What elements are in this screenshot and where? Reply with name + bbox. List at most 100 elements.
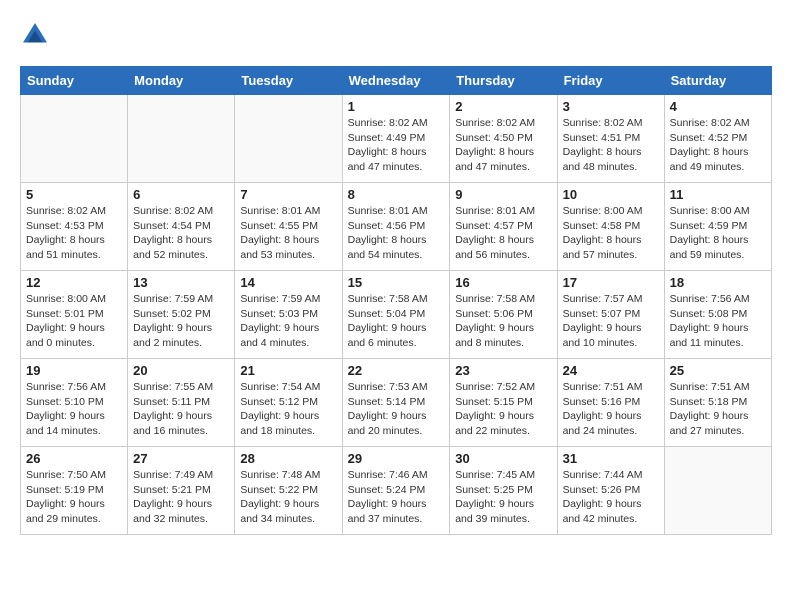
logo-icon	[20, 20, 50, 50]
day-header-saturday: Saturday	[664, 67, 771, 95]
cell-date: 26	[26, 451, 122, 466]
cell-date: 16	[455, 275, 551, 290]
cell-info: Sunrise: 7:51 AM Sunset: 5:16 PM Dayligh…	[563, 380, 659, 439]
cell-info: Sunrise: 8:00 AM Sunset: 4:59 PM Dayligh…	[670, 204, 766, 263]
cell-date: 7	[240, 187, 336, 202]
calendar-cell: 3 Sunrise: 8:02 AM Sunset: 4:51 PM Daylig…	[557, 95, 664, 183]
cell-info: Sunrise: 8:02 AM Sunset: 4:50 PM Dayligh…	[455, 116, 551, 175]
cell-date: 10	[563, 187, 659, 202]
cell-info: Sunrise: 7:52 AM Sunset: 5:15 PM Dayligh…	[455, 380, 551, 439]
calendar-cell	[21, 95, 128, 183]
calendar-week-4: 19 Sunrise: 7:56 AM Sunset: 5:10 PM Dayli…	[21, 359, 772, 447]
cell-info: Sunrise: 7:57 AM Sunset: 5:07 PM Dayligh…	[563, 292, 659, 351]
cell-date: 1	[348, 99, 445, 114]
calendar-cell: 16Sunrise: 7:58 AM Sunset: 5:06 PM Dayli…	[450, 271, 557, 359]
calendar-cell: 14 Sunrise: 7:59 AM Sunset: 5:03 PM Dayli…	[235, 271, 342, 359]
calendar-cell: 27 Sunrise: 7:49 AM Sunset: 5:21 PM Dayli…	[128, 447, 235, 535]
calendar-cell: 10 Sunrise: 8:00 AM Sunset: 4:58 PM Dayli…	[557, 183, 664, 271]
calendar-cell: 24 Sunrise: 7:51 AM Sunset: 5:16 PM Dayli…	[557, 359, 664, 447]
cell-info: Sunrise: 7:46 AM Sunset: 5:24 PM Dayligh…	[348, 468, 445, 527]
cell-date: 17	[563, 275, 659, 290]
cell-date: 25	[670, 363, 766, 378]
calendar: SundayMondayTuesdayWednesdayThursdayFrid…	[20, 66, 772, 535]
cell-info: Sunrise: 7:49 AM Sunset: 5:21 PM Dayligh…	[133, 468, 229, 527]
cell-date: 23	[455, 363, 551, 378]
cell-info: Sunrise: 7:59 AM Sunset: 5:02 PM Dayligh…	[133, 292, 229, 351]
cell-date: 28	[240, 451, 336, 466]
calendar-week-5: 26 Sunrise: 7:50 AM Sunset: 5:19 PM Dayli…	[21, 447, 772, 535]
cell-info: Sunrise: 7:45 AM Sunset: 5:25 PM Dayligh…	[455, 468, 551, 527]
cell-date: 15	[348, 275, 445, 290]
cell-date: 22	[348, 363, 445, 378]
cell-date: 3	[563, 99, 659, 114]
cell-info: Sunrise: 7:55 AM Sunset: 5:11 PM Dayligh…	[133, 380, 229, 439]
cell-date: 9	[455, 187, 551, 202]
cell-info: Sunrise: 7:58 AM Sunset: 5:04 PM Dayligh…	[348, 292, 445, 351]
calendar-header-row: SundayMondayTuesdayWednesdayThursdayFrid…	[21, 67, 772, 95]
cell-info: Sunrise: 7:50 AM Sunset: 5:19 PM Dayligh…	[26, 468, 122, 527]
calendar-cell: 1 Sunrise: 8:02 AM Sunset: 4:49 PM Daylig…	[342, 95, 450, 183]
cell-date: 11	[670, 187, 766, 202]
calendar-cell: 8 Sunrise: 8:01 AM Sunset: 4:56 PM Daylig…	[342, 183, 450, 271]
cell-date: 2	[455, 99, 551, 114]
calendar-cell: 9 Sunrise: 8:01 AM Sunset: 4:57 PM Daylig…	[450, 183, 557, 271]
calendar-cell: 29 Sunrise: 7:46 AM Sunset: 5:24 PM Dayli…	[342, 447, 450, 535]
cell-date: 14	[240, 275, 336, 290]
calendar-cell: 13 Sunrise: 7:59 AM Sunset: 5:02 PM Dayli…	[128, 271, 235, 359]
cell-date: 24	[563, 363, 659, 378]
cell-info: Sunrise: 8:02 AM Sunset: 4:51 PM Dayligh…	[563, 116, 659, 175]
calendar-cell: 22 Sunrise: 7:53 AM Sunset: 5:14 PM Dayli…	[342, 359, 450, 447]
cell-date: 13	[133, 275, 229, 290]
calendar-cell: 18 Sunrise: 7:56 AM Sunset: 5:08 PM Dayli…	[664, 271, 771, 359]
calendar-cell: 4Sunrise: 8:02 AM Sunset: 4:52 PM Daylig…	[664, 95, 771, 183]
cell-info: Sunrise: 8:01 AM Sunset: 4:56 PM Dayligh…	[348, 204, 445, 263]
cell-info: Sunrise: 7:44 AM Sunset: 5:26 PM Dayligh…	[563, 468, 659, 527]
cell-info: Sunrise: 8:02 AM Sunset: 4:52 PM Dayligh…	[670, 116, 766, 175]
cell-date: 19	[26, 363, 122, 378]
calendar-cell	[128, 95, 235, 183]
calendar-cell: 2 Sunrise: 8:02 AM Sunset: 4:50 PM Daylig…	[450, 95, 557, 183]
cell-info: Sunrise: 8:02 AM Sunset: 4:49 PM Dayligh…	[348, 116, 445, 175]
calendar-week-1: 1 Sunrise: 8:02 AM Sunset: 4:49 PM Daylig…	[21, 95, 772, 183]
calendar-cell: 21Sunrise: 7:54 AM Sunset: 5:12 PM Dayli…	[235, 359, 342, 447]
calendar-cell: 11 Sunrise: 8:00 AM Sunset: 4:59 PM Dayli…	[664, 183, 771, 271]
cell-date: 31	[563, 451, 659, 466]
calendar-cell: 25 Sunrise: 7:51 AM Sunset: 5:18 PM Dayli…	[664, 359, 771, 447]
cell-date: 27	[133, 451, 229, 466]
cell-date: 12	[26, 275, 122, 290]
cell-date: 8	[348, 187, 445, 202]
day-header-wednesday: Wednesday	[342, 67, 450, 95]
cell-date: 5	[26, 187, 122, 202]
cell-date: 6	[133, 187, 229, 202]
calendar-week-3: 12 Sunrise: 8:00 AM Sunset: 5:01 PM Dayli…	[21, 271, 772, 359]
calendar-cell: 28Sunrise: 7:48 AM Sunset: 5:22 PM Dayli…	[235, 447, 342, 535]
cell-info: Sunrise: 7:51 AM Sunset: 5:18 PM Dayligh…	[670, 380, 766, 439]
day-header-tuesday: Tuesday	[235, 67, 342, 95]
cell-info: Sunrise: 8:00 AM Sunset: 4:58 PM Dayligh…	[563, 204, 659, 263]
calendar-cell: 26 Sunrise: 7:50 AM Sunset: 5:19 PM Dayli…	[21, 447, 128, 535]
calendar-cell: 15 Sunrise: 7:58 AM Sunset: 5:04 PM Dayli…	[342, 271, 450, 359]
cell-date: 18	[670, 275, 766, 290]
cell-info: Sunrise: 8:00 AM Sunset: 5:01 PM Dayligh…	[26, 292, 122, 351]
calendar-cell: 23 Sunrise: 7:52 AM Sunset: 5:15 PM Dayli…	[450, 359, 557, 447]
cell-info: Sunrise: 8:01 AM Sunset: 4:55 PM Dayligh…	[240, 204, 336, 263]
day-header-friday: Friday	[557, 67, 664, 95]
cell-info: Sunrise: 7:56 AM Sunset: 5:10 PM Dayligh…	[26, 380, 122, 439]
calendar-cell: 5 Sunrise: 8:02 AM Sunset: 4:53 PM Daylig…	[21, 183, 128, 271]
cell-info: Sunrise: 7:54 AM Sunset: 5:12 PM Dayligh…	[240, 380, 336, 439]
calendar-week-2: 5 Sunrise: 8:02 AM Sunset: 4:53 PM Daylig…	[21, 183, 772, 271]
cell-info: Sunrise: 7:53 AM Sunset: 5:14 PM Dayligh…	[348, 380, 445, 439]
cell-info: Sunrise: 7:59 AM Sunset: 5:03 PM Dayligh…	[240, 292, 336, 351]
cell-date: 29	[348, 451, 445, 466]
calendar-cell: 12 Sunrise: 8:00 AM Sunset: 5:01 PM Dayli…	[21, 271, 128, 359]
calendar-cell: 31 Sunrise: 7:44 AM Sunset: 5:26 PM Dayli…	[557, 447, 664, 535]
calendar-cell	[235, 95, 342, 183]
cell-info: Sunrise: 8:01 AM Sunset: 4:57 PM Dayligh…	[455, 204, 551, 263]
cell-info: Sunrise: 8:02 AM Sunset: 4:53 PM Dayligh…	[26, 204, 122, 263]
day-header-monday: Monday	[128, 67, 235, 95]
day-header-thursday: Thursday	[450, 67, 557, 95]
cell-info: Sunrise: 7:56 AM Sunset: 5:08 PM Dayligh…	[670, 292, 766, 351]
logo	[20, 20, 54, 50]
day-header-sunday: Sunday	[21, 67, 128, 95]
calendar-cell: 30Sunrise: 7:45 AM Sunset: 5:25 PM Dayli…	[450, 447, 557, 535]
